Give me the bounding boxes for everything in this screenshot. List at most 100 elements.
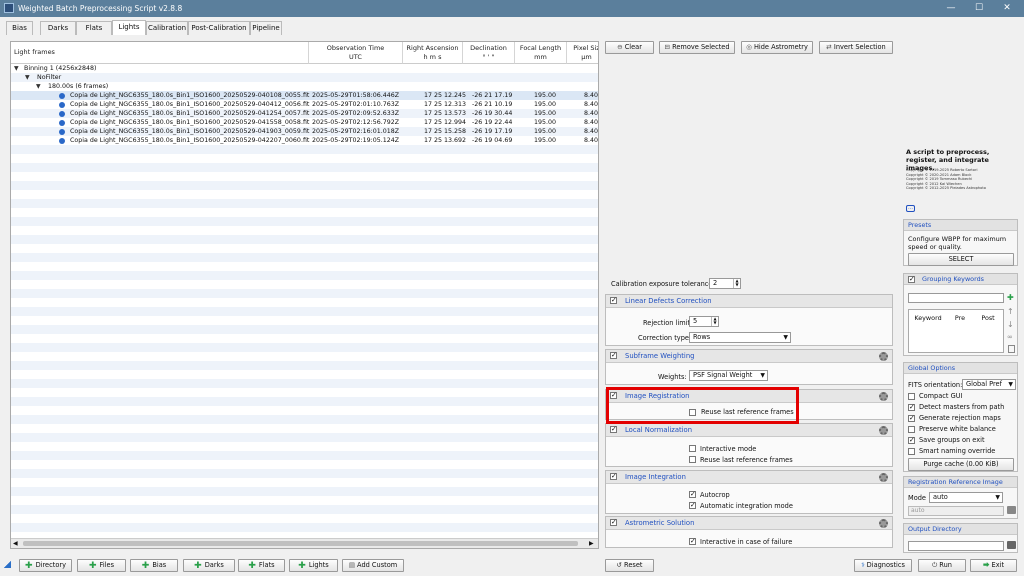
preserve-wb-checkbox[interactable] [908, 426, 915, 433]
move-down-icon[interactable]: ↓ [1007, 320, 1014, 329]
clear-button[interactable]: ⊖ Clear [605, 41, 654, 54]
ln-reuse-reference-checkbox[interactable] [689, 456, 696, 463]
move-up-icon[interactable]: ↑ [1007, 307, 1014, 316]
interactive-mode-checkbox[interactable] [689, 445, 696, 452]
reset-icon: ↺ [616, 561, 623, 569]
smart-naming-checkbox[interactable] [908, 448, 915, 455]
plus-icon: ✚ [298, 561, 306, 571]
frame-row[interactable]: Copia de Light_NGC6355_180.0s_Bin1_ISO16… [11, 100, 598, 109]
col-declination[interactable]: Declination ° ' " [463, 42, 515, 64]
add-directory-button[interactable]: ✚ Directory [19, 559, 72, 572]
frame-status-icon [59, 110, 65, 117]
row-stripe [11, 307, 598, 316]
add-lights-button[interactable]: ✚ Lights [289, 559, 338, 572]
gen-rejection-checkbox[interactable]: ✓ [908, 415, 915, 422]
col-focal-length[interactable]: Focal Length mm [515, 42, 567, 64]
keyword-input[interactable] [908, 293, 1004, 303]
add-flats-button[interactable]: ✚ Flats [238, 559, 285, 572]
frame-row[interactable]: Copia de Light_NGC6355_180.0s_Bin1_ISO16… [11, 136, 598, 145]
expand-icon[interactable]: ▼ [25, 73, 30, 82]
run-button[interactable]: ⏻ Run [918, 559, 966, 572]
select-preset-button[interactable]: SELECT [908, 253, 1014, 266]
col-dec-sub: ° ' " [482, 53, 495, 61]
chat-icon[interactable]: … [906, 205, 915, 212]
tab-calibration[interactable]: Calibration [146, 21, 188, 35]
hide-astrometry-button[interactable]: ◎ Hide Astrometry [741, 41, 813, 54]
tab-bias[interactable]: Bias [6, 21, 33, 35]
reg-reference-input[interactable]: auto [908, 506, 1004, 516]
linear-defects-checkbox[interactable]: ✓ [610, 297, 617, 304]
tab-flats[interactable]: Flats [76, 21, 112, 35]
col-pixel-size[interactable]: Pixel Siz μm [567, 42, 598, 64]
save-groups-checkbox[interactable]: ✓ [908, 437, 915, 444]
frame-ra: 17 25 12.313 [424, 101, 467, 108]
invert-selection-button[interactable]: ⇄ Invert Selection [819, 41, 893, 54]
frame-dec: -26 19 04.69 [472, 137, 513, 144]
light-frames-list[interactable]: Light frames Observation Time UTC Right A… [10, 41, 599, 549]
scroll-left-icon[interactable]: ◀ [13, 540, 18, 547]
frame-row[interactable]: Copia de Light_NGC6355_180.0s_Bin1_ISO16… [11, 127, 598, 136]
spinner-arrows-icon[interactable]: ▲ ▼ [733, 279, 740, 288]
image-integration-checkbox[interactable]: ✓ [610, 473, 617, 480]
local-normalization-checkbox[interactable]: ✓ [610, 426, 617, 433]
col-observation-time[interactable]: Observation Time UTC [309, 42, 403, 64]
expand-icon[interactable]: ▼ [36, 82, 41, 91]
col-right-ascension[interactable]: Right Ascension h m s [403, 42, 463, 64]
subframe-weighting-checkbox[interactable]: ✓ [610, 352, 617, 359]
keywords-table[interactable]: Keyword Pre Post [908, 309, 1004, 353]
interactive-failure-checkbox[interactable]: ✓ [689, 538, 696, 545]
add-keyword-icon[interactable]: ✚ [1007, 293, 1014, 302]
add-darks-button[interactable]: ✚ Darks [183, 559, 235, 572]
horizontal-scrollbar[interactable]: ◀ ▶ [11, 538, 598, 548]
gear-icon[interactable] [879, 392, 888, 401]
frame-row[interactable]: Copia de Light_NGC6355_180.0s_Bin1_ISO16… [11, 118, 598, 127]
reset-button[interactable]: ↺ Reset [605, 559, 654, 572]
resize-icon[interactable] [4, 561, 11, 568]
weights-select[interactable]: PSF Signal Weight ▼ [689, 370, 768, 381]
rejection-limit-spinner[interactable]: 5 ▲ ▼ [689, 316, 719, 327]
auto-integration-checkbox[interactable]: ✓ [689, 502, 696, 509]
scroll-right-icon[interactable]: ▶ [589, 540, 594, 547]
calib-tolerance-spinner[interactable]: 2 ▲ ▼ [709, 278, 741, 289]
tab-post-calibration[interactable]: Post-Calibration [188, 21, 250, 35]
autocrop-checkbox[interactable]: ✓ [689, 491, 696, 498]
add-files-button[interactable]: ✚ Files [77, 559, 126, 572]
add-custom-button[interactable]: ▤ Add Custom [342, 559, 404, 572]
astrometric-solution-checkbox[interactable]: ✓ [610, 519, 617, 526]
delete-icon[interactable] [1008, 345, 1015, 353]
purge-cache-button[interactable]: Purge cache (0.00 KiB) [908, 458, 1014, 471]
gear-icon[interactable] [879, 519, 888, 528]
minimize-button[interactable]: — [938, 0, 964, 17]
link-icon[interactable]: ∞ [1007, 333, 1013, 341]
frame-pixel-size: 8.40 [584, 92, 599, 99]
compact-gui-checkbox[interactable] [908, 393, 915, 400]
folder-icon[interactable] [1007, 541, 1016, 549]
correction-type-select[interactable]: Rows ▼ [689, 332, 791, 343]
close-button[interactable]: ✕ [994, 0, 1020, 17]
grouping-keywords-checkbox[interactable]: ✓ [908, 276, 915, 283]
folder-icon[interactable] [1007, 506, 1016, 514]
reg-mode-select[interactable]: auto ▼ [929, 492, 1003, 503]
exit-button[interactable]: ⮕ Exit [970, 559, 1017, 572]
expand-icon[interactable]: ▼ [14, 64, 19, 73]
scroll-thumb[interactable] [23, 541, 578, 546]
tab-darks[interactable]: Darks [40, 21, 76, 35]
output-directory-input[interactable] [908, 541, 1004, 551]
maximize-button[interactable]: ☐ [966, 0, 992, 17]
reset-label: Reset [624, 561, 643, 569]
tab-lights[interactable]: Lights [112, 20, 146, 35]
frame-row[interactable]: Copia de Light_NGC6355_180.0s_Bin1_ISO16… [11, 91, 599, 100]
remove-selected-button[interactable]: ⊟ Remove Selected [659, 41, 735, 54]
detect-masters-checkbox[interactable]: ✓ [908, 404, 915, 411]
add-bias-button[interactable]: ✚ Bias [130, 559, 178, 572]
frame-row[interactable]: Copia de Light_NGC6355_180.0s_Bin1_ISO16… [11, 109, 598, 118]
diagnostics-button[interactable]: ⚕ Diagnostics [854, 559, 912, 572]
gear-icon[interactable] [879, 352, 888, 361]
fits-orientation-select[interactable]: Global Pref ▼ [962, 379, 1016, 390]
col-light-frames[interactable]: Light frames [11, 42, 309, 64]
tab-pipeline[interactable]: Pipeline [250, 21, 282, 35]
gear-icon[interactable] [879, 473, 888, 482]
gear-icon[interactable] [879, 426, 888, 435]
spinner-arrows-icon[interactable]: ▲ ▼ [711, 317, 718, 326]
copyright-line: Copyright © 2012-2025 Pleiades Astrophot… [906, 186, 986, 191]
